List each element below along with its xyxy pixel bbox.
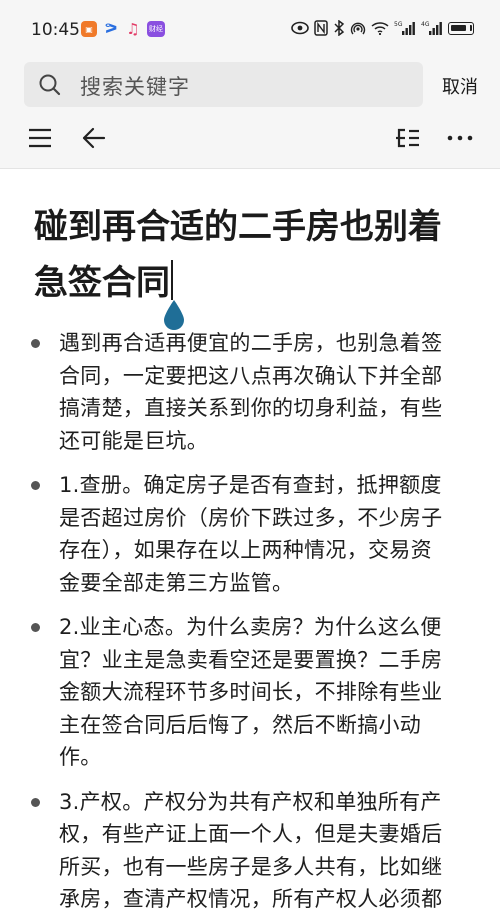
signal-4g-icon: 4G bbox=[421, 21, 442, 35]
signal-5g-label: 5G bbox=[394, 21, 403, 28]
selection-handle-icon[interactable] bbox=[162, 300, 186, 330]
bluetooth-icon bbox=[334, 20, 345, 36]
article-editor[interactable]: 碰到再合适的二手房也别着急签合同 遇到再合适再便宜的二手房，也别急着签合同，一定… bbox=[0, 169, 500, 921]
v-app-icon: ᕗ bbox=[104, 21, 118, 37]
status-bar: 10:45 ▣ ᕗ ♫ 财经 5G 4G bbox=[0, 0, 500, 60]
nfc-icon bbox=[314, 20, 328, 36]
search-bar: 搜索关键字 取消 bbox=[0, 60, 500, 110]
bullet-icon bbox=[31, 623, 40, 632]
battery-icon bbox=[448, 21, 474, 35]
toolbar bbox=[0, 110, 500, 169]
list-item-text: 遇到再合适再便宜的二手房，也别急着签合同，一定要把这八点再次确认下并全部搞清楚，… bbox=[59, 331, 443, 453]
bullet-icon bbox=[31, 481, 40, 490]
text-cursor bbox=[171, 260, 173, 300]
article-title-text: 碰到再合适的二手房也别着急签合同 bbox=[34, 207, 442, 303]
orange-app-icon: ▣ bbox=[81, 21, 97, 37]
search-placeholder: 搜索关键字 bbox=[80, 75, 190, 99]
list-item-text: 2.业主心态。为什么卖房？为什么这么便宜？业主是急卖看空还是要置换？二手房金额大… bbox=[59, 615, 443, 769]
back-arrow-icon[interactable] bbox=[80, 124, 108, 152]
cancel-button[interactable]: 取消 bbox=[442, 73, 478, 99]
status-indicators: 5G 4G bbox=[291, 20, 474, 36]
article-bullet-list: 遇到再合适再便宜的二手房，也别急着签合同，一定要把这八点再次确认下并全部搞清楚，… bbox=[0, 327, 500, 921]
article-title[interactable]: 碰到再合适的二手房也别着急签合同 bbox=[34, 199, 464, 311]
status-time: 10:45 bbox=[31, 20, 80, 40]
search-input[interactable]: 搜索关键字 bbox=[24, 62, 423, 107]
more-icon[interactable] bbox=[446, 124, 474, 152]
signal-5g-icon: 5G bbox=[394, 21, 415, 35]
list-item-text: 3.产权。产权分为共有产权和单独所有产权，有些产证上面一个人，但是夫妻婚后所买，… bbox=[59, 789, 443, 921]
hotspot-icon bbox=[350, 22, 366, 35]
music-note-icon: ♫ bbox=[126, 20, 140, 38]
eye-icon bbox=[291, 21, 309, 35]
purple-app-icon: 财经 bbox=[147, 21, 165, 37]
outline-icon[interactable] bbox=[393, 124, 421, 152]
menu-icon[interactable] bbox=[26, 124, 54, 152]
bullet-icon bbox=[31, 797, 40, 807]
bullet-icon bbox=[31, 339, 40, 348]
list-item[interactable]: 1.查册。确定房子是否有查封，抵押额度是否超过房价（房价下跌过多，不少房子存在）… bbox=[0, 469, 500, 599]
list-item[interactable]: 2.业主心态。为什么卖房？为什么这么便宜？业主是急卖看空还是要置换？二手房金额大… bbox=[0, 611, 500, 774]
list-item[interactable]: 3.产权。产权分为共有产权和单独所有产权，有些产证上面一个人，但是夫妻婚后所买，… bbox=[0, 786, 500, 921]
status-app-icons: ▣ ᕗ ♫ 财经 bbox=[81, 20, 165, 38]
wifi-icon bbox=[371, 22, 389, 35]
list-item-text: 1.查册。确定房子是否有查封，抵押额度是否超过房价（房价下跌过多，不少房子存在）… bbox=[59, 473, 443, 595]
search-icon bbox=[39, 74, 61, 96]
signal-4g-label: 4G bbox=[421, 21, 430, 28]
list-item[interactable]: 遇到再合适再便宜的二手房，也别急着签合同，一定要把这八点再次确认下并全部搞清楚，… bbox=[0, 327, 500, 457]
